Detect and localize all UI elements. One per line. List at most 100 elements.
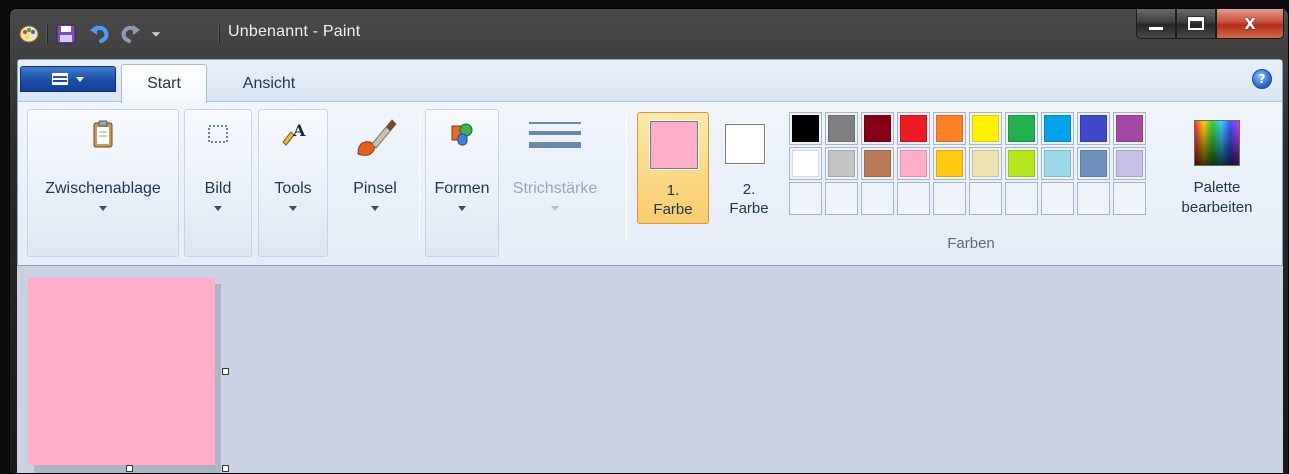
palette-swatch[interactable] [1113,147,1146,180]
canvas-workspace[interactable] [17,266,1283,473]
color1-button[interactable]: 1. Farbe [637,112,709,224]
close-button[interactable]: X [1216,9,1284,39]
tab-ansicht[interactable]: Ansicht [223,64,315,103]
chevron-down-icon [458,206,466,211]
brushes-label: Pinsel [353,180,397,197]
palette-swatch[interactable] [861,147,894,180]
title-separator [218,25,220,43]
clipboard-button[interactable]: Zwischenablage [27,109,179,257]
palette-swatch-fill [900,150,927,177]
palette-swatch[interactable] [897,112,930,145]
palette-swatch-empty[interactable] [897,182,930,215]
color2-label: 2. Farbe [709,180,789,218]
edit-colors-label: Palette bearbeiten [1161,178,1273,218]
color-spectrum-icon [1194,120,1240,166]
palette-swatch-fill [1044,150,1071,177]
color2-button[interactable]: 2. Farbe [717,112,789,224]
shapes-button[interactable]: Formen [425,109,499,257]
color2-label-line1: 2. [742,181,756,198]
palette-swatch[interactable] [1005,147,1038,180]
palette-swatch-fill [936,115,963,142]
palette-swatch[interactable] [825,112,858,145]
palette-swatch-empty[interactable] [969,182,1002,215]
palette-swatch-empty[interactable] [1005,182,1038,215]
group-separator [626,116,627,244]
clipboard-label: Zwischenablage [45,180,161,197]
palette-swatch-fill [864,115,891,142]
palette-swatch-empty[interactable] [1077,182,1110,215]
palette-swatch-empty[interactable] [825,182,858,215]
palette-swatch[interactable] [969,147,1002,180]
palette-swatch[interactable] [789,147,822,180]
color2-swatch [724,123,766,165]
tab-start[interactable]: Start [121,64,207,103]
chevron-down-icon [371,206,379,211]
brushes-button[interactable]: Pinsel [334,109,416,257]
palette-swatch-fill [972,115,999,142]
paint-window: ⏷ Unbenannt - Paint X Start Ansicht ? Zw… [9,8,1289,474]
redo-icon[interactable] [120,22,142,44]
chevron-down-icon [551,206,559,211]
edit-colors-button[interactable]: Palette bearbeiten [1161,112,1273,224]
chevron-down-icon [289,206,297,211]
palette-swatch[interactable] [969,112,1002,145]
colors-group-label: Farben [947,235,995,252]
shapes-label: Formen [434,180,490,197]
palette-swatch-empty[interactable] [861,182,894,215]
tools-label: Tools [274,180,312,197]
palette-swatch[interactable] [861,112,894,145]
stroke-width-icon [529,122,581,148]
help-icon[interactable]: ? [1252,69,1272,89]
palette-swatch[interactable] [1041,112,1074,145]
palette-swatch[interactable] [897,147,930,180]
shapes-icon [451,123,473,146]
tools-icon: A [282,121,306,146]
image-label: Bild [204,180,232,197]
brush-icon [357,119,397,156]
minimize-button[interactable] [1136,9,1176,39]
palette-swatch[interactable] [1077,147,1110,180]
palette-swatch[interactable] [1005,112,1038,145]
palette-swatch-fill [864,150,891,177]
customize-arrow-icon[interactable]: ⏷ [148,24,164,44]
resize-handle-bottom[interactable] [126,465,133,472]
tools-button[interactable]: A Tools [258,109,328,257]
title-bar[interactable]: ⏷ Unbenannt - Paint X [10,9,1288,59]
palette-swatch-fill [792,150,819,177]
palette-swatch[interactable] [933,112,966,145]
title-separator [46,25,48,43]
color1-label-line1: 1. [666,182,680,199]
palette-swatch-empty[interactable] [1113,182,1146,215]
chevron-down-icon [214,206,222,211]
drawing-canvas[interactable] [28,278,215,465]
save-icon[interactable] [56,24,76,44]
window-title: Unbenannt - Paint [228,23,361,40]
palette-swatch-fill [936,150,963,177]
palette-swatch[interactable] [825,147,858,180]
clipboard-icon [93,120,113,148]
window-controls: X [1136,9,1284,39]
paint-app-icon[interactable] [18,22,40,44]
palette-swatch[interactable] [1113,112,1146,145]
palette-swatch-empty[interactable] [933,182,966,215]
stroke-width-button[interactable]: Strichstärke [505,109,605,257]
close-icon: X [1244,14,1256,33]
palette-swatch-fill [900,115,927,142]
minimize-icon [1148,26,1164,31]
resize-handle-corner[interactable] [222,465,229,472]
maximize-button[interactable] [1176,9,1216,39]
palette-swatch[interactable] [1077,112,1110,145]
palette-swatch[interactable] [933,147,966,180]
palette-swatch-empty[interactable] [789,182,822,215]
palette-swatch-fill [1116,150,1143,177]
resize-handle-right[interactable] [222,368,229,375]
palette-swatch[interactable] [1041,147,1074,180]
palette-swatch[interactable] [789,112,822,145]
color2-label-line2: Farbe [729,200,769,217]
undo-icon[interactable] [88,22,110,44]
palette-swatch-empty[interactable] [1041,182,1074,215]
image-button[interactable]: Bild [184,109,252,257]
paint-menu-button[interactable] [20,66,116,92]
edit-colors-label-line2: bearbeiten [1181,199,1253,216]
palette-swatch-fill [972,150,999,177]
